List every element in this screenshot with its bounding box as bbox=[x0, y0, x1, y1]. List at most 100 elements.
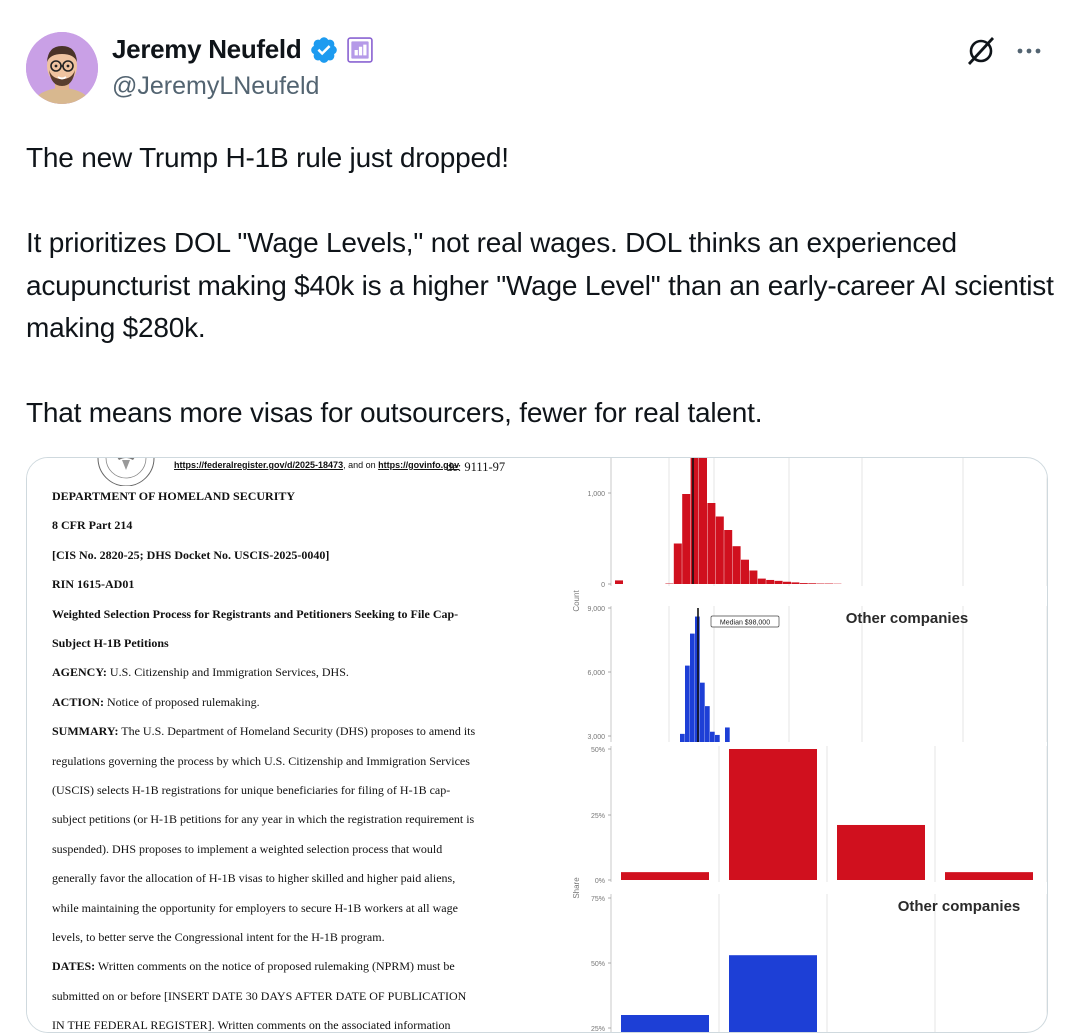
document-line-heading: 8 CFR Part 214 bbox=[52, 518, 133, 533]
y-tick-label: 1,000 bbox=[587, 491, 605, 498]
document-line: suspended). DHS proposes to implement a … bbox=[52, 841, 442, 857]
tweet-paragraph: The new Trump H-1B rule just dropped! bbox=[26, 142, 509, 173]
document-line: (USCIS) selects H-1B registrations for u… bbox=[52, 782, 450, 798]
document-line: Subject H-1B Petitions bbox=[52, 635, 169, 651]
y-tick-label: 25% bbox=[591, 1026, 605, 1032]
y-axis-title: Count bbox=[572, 590, 581, 612]
document-line: ACTION: Notice of proposed rulemaking. bbox=[52, 694, 260, 710]
document-line-text: IN THE FEDERAL REGISTER]. Written commen… bbox=[52, 1018, 451, 1033]
share-bar bbox=[621, 1015, 709, 1032]
charts-svg: 1,000 0 9,000 6,000 3,000 50% 25% 0% 75% 50% 25% Co… bbox=[572, 458, 1047, 1032]
histogram-bar bbox=[705, 706, 710, 742]
y-tick-label: 6,000 bbox=[587, 670, 605, 677]
histogram-bar bbox=[699, 458, 707, 584]
histogram-bar bbox=[707, 503, 716, 584]
histogram-bar bbox=[682, 494, 691, 584]
avatar[interactable] bbox=[26, 32, 98, 104]
document-line: 8 CFR Part 214 bbox=[52, 517, 132, 533]
document-line-text: submitted on or before [INSERT DATE 30 D… bbox=[52, 988, 467, 1003]
histogram-bar bbox=[799, 583, 808, 584]
document-line-text: regulations governing the process by whi… bbox=[52, 753, 470, 768]
histogram-bar bbox=[690, 633, 695, 742]
document-line: AGENCY: U.S. Citizenship and Immigration… bbox=[52, 664, 349, 680]
document-line-heading: ACTION: bbox=[52, 694, 105, 709]
document-line-heading: Weighted Selection Process for Registran… bbox=[52, 606, 459, 621]
tweet-paragraph: It prioritizes DOL "Wage Levels," not re… bbox=[26, 227, 1062, 343]
document-line-heading: SUMMARY: bbox=[52, 724, 119, 739]
grok-icon[interactable] bbox=[964, 34, 998, 68]
document-line: RIN 1615-AD01 bbox=[52, 576, 134, 592]
tweet-media-image[interactable]: https://federalregister.gov/d/2025-18473… bbox=[26, 457, 1048, 1033]
author-handle[interactable]: @JeremyLNeufeld bbox=[112, 72, 319, 101]
y-tick-label: 50% bbox=[591, 961, 605, 968]
document-source-links: https://federalregister.gov/d/2025-18473… bbox=[174, 460, 459, 470]
histogram-bar bbox=[766, 579, 775, 584]
document-line: DEPARTMENT OF HOMELAND SECURITY bbox=[52, 488, 295, 504]
avatar-illustration bbox=[26, 32, 98, 104]
document-line-text: Notice of proposed rulemaking. bbox=[104, 694, 260, 709]
federal-register-document: https://federalregister.gov/d/2025-18473… bbox=[27, 458, 557, 1032]
histogram-bar bbox=[732, 546, 741, 584]
y-tick-label: 0 bbox=[601, 582, 605, 589]
more-options-icon[interactable] bbox=[1012, 36, 1046, 66]
verified-badge-icon[interactable] bbox=[309, 35, 339, 65]
y-tick-label: 3,000 bbox=[587, 734, 605, 741]
wage-charts: 1,000 0 9,000 6,000 3,000 50% 25% 0% 75% 50% 25% Co… bbox=[539, 458, 1047, 1032]
histogram-bar bbox=[700, 682, 705, 742]
tweet-text: The new Trump H-1B rule just dropped! It… bbox=[26, 137, 1056, 435]
federal-register-link[interactable]: https://federalregister.gov/d/2025-18473 bbox=[174, 460, 343, 470]
author-display-name[interactable]: Jeremy Neufeld bbox=[112, 34, 302, 65]
document-line-heading: DATES: bbox=[52, 959, 96, 974]
affiliation-badge-icon[interactable] bbox=[347, 36, 374, 63]
histogram-bar bbox=[749, 570, 758, 584]
histogram-bar bbox=[710, 731, 715, 742]
document-line: IN THE FEDERAL REGISTER]. Written commen… bbox=[52, 1017, 451, 1033]
histogram-bar bbox=[690, 458, 699, 584]
histogram-bar bbox=[791, 582, 800, 584]
histogram-bar bbox=[680, 733, 685, 742]
histogram-bar bbox=[808, 583, 817, 584]
document-line-text: (USCIS) selects H-1B registrations for u… bbox=[52, 783, 451, 797]
document-line-text: Written comments on the notice of propos… bbox=[95, 959, 455, 974]
document-line-heading: RIN 1615-AD01 bbox=[52, 577, 135, 592]
document-line-text: levels, to better serve the Congressiona… bbox=[52, 930, 385, 944]
document-line-heading: Subject H-1B Petitions bbox=[52, 636, 169, 650]
histogram-bar bbox=[673, 543, 682, 584]
document-line: levels, to better serve the Congressiona… bbox=[52, 929, 385, 945]
document-line: Weighted Selection Process for Registran… bbox=[52, 606, 458, 622]
document-line: regulations governing the process by whi… bbox=[52, 753, 470, 769]
histogram-bar bbox=[757, 578, 766, 584]
document-line: generally favor the allocation of H-1B v… bbox=[52, 870, 455, 886]
source-link-separator: , and on bbox=[343, 460, 379, 470]
histogram-bar bbox=[615, 580, 623, 584]
dhs-seal-icon bbox=[97, 458, 155, 486]
document-line-text: suspended). DHS proposes to implement a … bbox=[52, 841, 443, 856]
histogram-bar bbox=[783, 581, 791, 584]
tweet-paragraph: That means more visas for outsourcers, f… bbox=[26, 397, 763, 428]
document-line-text: while maintaining the opportunity for em… bbox=[52, 900, 458, 915]
document-line-heading: [CIS No. 2820-25; DHS Docket No. USCIS-2… bbox=[52, 547, 330, 562]
histogram-bar bbox=[774, 580, 783, 584]
histogram-bar bbox=[715, 516, 724, 584]
document-billing-code: de: 9111-97 bbox=[446, 460, 506, 474]
histogram-bar bbox=[741, 559, 749, 584]
document-line: DATES: Written comments on the notice of… bbox=[52, 958, 455, 974]
share-bar bbox=[729, 955, 817, 1032]
y-tick-label: 25% bbox=[591, 813, 605, 820]
histogram-bar bbox=[685, 665, 690, 742]
histogram-bar bbox=[725, 727, 730, 742]
share-bar bbox=[837, 824, 925, 880]
histogram-bar bbox=[715, 734, 720, 742]
series-label: Other companies bbox=[846, 610, 969, 627]
y-tick-label: 0% bbox=[595, 878, 605, 885]
document-line: while maintaining the opportunity for em… bbox=[52, 900, 458, 916]
document-line-text: U.S. Citizenship and Immigration Service… bbox=[106, 665, 349, 680]
y-axis-title: Share bbox=[572, 877, 581, 899]
document-line-text: subject petitions (or H-1B petitions for… bbox=[52, 812, 475, 827]
share-bar bbox=[621, 872, 709, 880]
document-line: [CIS No. 2820-25; DHS Docket No. USCIS-2… bbox=[52, 547, 329, 563]
document-line: submitted on or before [INSERT DATE 30 D… bbox=[52, 988, 466, 1004]
y-tick-label: 50% bbox=[591, 747, 605, 754]
